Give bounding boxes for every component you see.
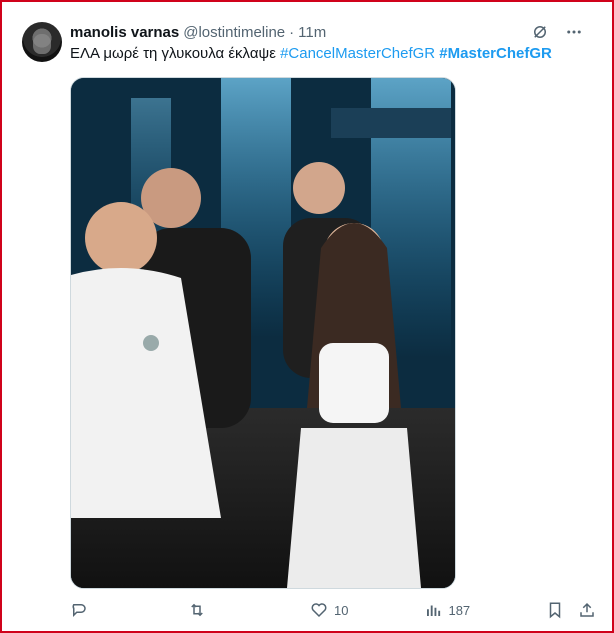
tweet-body: ΕΛΑ μωρέ τη γλυκουλα έκλαψε — [70, 45, 276, 62]
bookmark-button[interactable] — [546, 601, 564, 619]
avatar[interactable] — [22, 22, 62, 62]
tweet-card[interactable]: manolis varnas @lostintimeline · 11m ΕΛΑ… — [0, 0, 614, 633]
reply-icon — [72, 604, 86, 618]
more-icon[interactable] — [564, 22, 584, 42]
like-button[interactable]: 10 — [310, 601, 348, 619]
author-handle[interactable]: @lostintimeline — [183, 24, 285, 41]
views-count: 187 — [448, 602, 471, 618]
share-icon — [580, 602, 594, 617]
tweet-image[interactable] — [70, 77, 456, 589]
bookmark-icon — [549, 602, 561, 619]
separator: · — [289, 23, 295, 41]
author-name[interactable]: manolis varnas — [70, 24, 179, 41]
retweet-button[interactable] — [188, 601, 212, 619]
hashtag-cancel-masterchef[interactable]: #CancelMasterChefGR — [280, 45, 435, 62]
heart-icon — [311, 603, 327, 618]
top-actions — [530, 22, 584, 42]
like-count: 10 — [334, 602, 349, 618]
grok-icon[interactable] — [530, 22, 550, 42]
action-bar: 10 187 — [70, 598, 594, 622]
tweet-text: ΕΛΑ μωρέ τη γλυκουλα έκλαψε #CancelMaste… — [70, 44, 592, 64]
tweet-header: manolis varnas @lostintimeline · 11m — [70, 22, 522, 42]
timestamp[interactable]: 11m — [298, 24, 326, 41]
retweet-icon — [191, 603, 203, 617]
share-button[interactable] — [578, 601, 596, 619]
views-icon — [427, 605, 441, 616]
hashtag-masterchef[interactable]: #MasterChefGR — [439, 45, 552, 62]
reply-button[interactable] — [70, 601, 94, 619]
views-button[interactable]: 187 — [424, 601, 470, 619]
